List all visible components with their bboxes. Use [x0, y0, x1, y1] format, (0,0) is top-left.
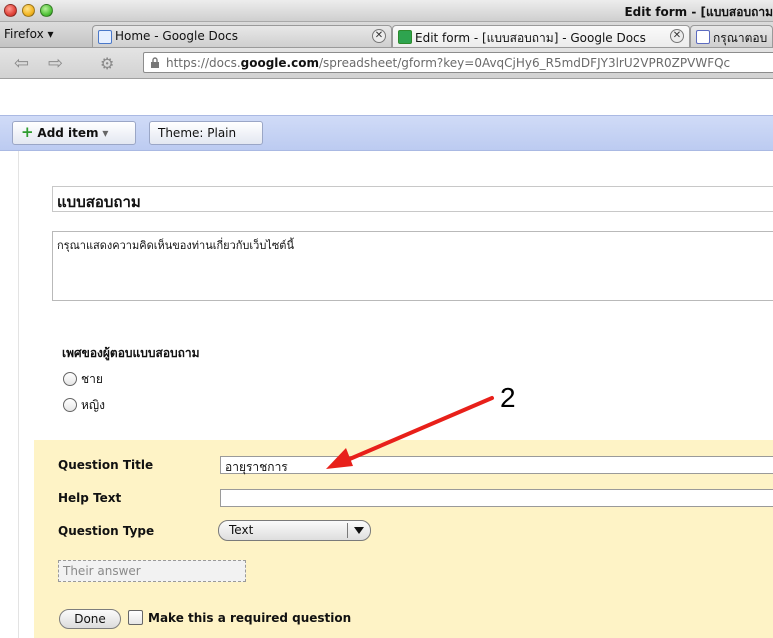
back-arrow-icon[interactable]: ⇦ — [14, 53, 29, 74]
url-path: /spreadsheet/gform?key=0AvqCjHy6_R5mdDFJ… — [318, 56, 731, 70]
chevron-down-icon — [354, 527, 364, 534]
tab-form-response[interactable]: กรุณาตอบ — [690, 25, 773, 47]
radio-button[interactable] — [63, 398, 77, 412]
question-type-value: Text — [229, 523, 254, 537]
help-text-label: Help Text — [58, 491, 122, 505]
zoom-window-button[interactable] — [40, 4, 53, 17]
question-label: เพศของผู้ตอบแบบสอบถาม — [62, 346, 200, 360]
forward-arrow-icon[interactable]: ⇨ — [48, 53, 63, 74]
select-divider — [347, 523, 348, 538]
tab-edit-form[interactable]: Edit form - [แบบสอบถาม] - Google Docs ✕ — [392, 25, 690, 47]
question-title-input[interactable]: อายุราชการ — [220, 456, 773, 474]
radio-button[interactable] — [63, 372, 77, 386]
window-title: Edit form - [แบบสอบถาม — [624, 5, 773, 19]
navigation-bar: ⇦ ⇨ ⚙ https://docs.google.com/spreadshee… — [0, 48, 773, 79]
option-female[interactable]: หญิง — [63, 396, 105, 415]
spreadsheet-icon — [398, 30, 412, 44]
add-item-button[interactable]: + Add item ▾ — [12, 121, 136, 145]
tab-label: Edit form - [แบบสอบถาม] - Google Docs — [415, 31, 646, 45]
answer-preview: Their answer — [58, 560, 246, 582]
form-description-field[interactable]: กรุณาแสดงความคิดเห็นของท่านเกี่ยวกับเว็บ… — [52, 231, 773, 301]
close-tab-icon[interactable]: ✕ — [670, 29, 684, 43]
question-type-select[interactable]: Text — [218, 520, 371, 541]
theme-button[interactable]: Theme: Plain — [149, 121, 263, 145]
form-icon — [696, 30, 710, 44]
form-title-field[interactable]: แบบสอบถาม — [52, 186, 773, 212]
tab-bar: Firefox ▾ Home - Google Docs ✕ Edit form… — [0, 22, 773, 48]
required-checkbox[interactable] — [128, 610, 143, 625]
option-label: ชาย — [81, 372, 103, 386]
tab-label: Home - Google Docs — [115, 29, 238, 43]
required-label: Make this a required question — [148, 611, 352, 625]
annotation-number: 2 — [500, 382, 516, 413]
help-text-input[interactable] — [220, 489, 773, 507]
docs-icon — [98, 30, 112, 44]
site-identity-icon[interactable]: ⚙ — [100, 54, 114, 73]
window-title-bar: Edit form - [แบบสอบถาม — [0, 0, 773, 22]
lock-icon — [151, 57, 159, 68]
url-prefix: https://docs. — [166, 56, 241, 70]
option-male[interactable]: ชาย — [63, 370, 103, 389]
question-type-label: Question Type — [58, 524, 155, 538]
tab-label: กรุณาตอบ — [713, 31, 768, 45]
firefox-menu-button[interactable]: Firefox ▾ — [4, 27, 54, 41]
form-toolbar: + Add item ▾ Theme: Plain — [0, 115, 773, 151]
url-domain: google.com — [240, 56, 319, 70]
theme-label: Theme: Plain — [158, 126, 237, 140]
tab-home-google-docs[interactable]: Home - Google Docs ✕ — [92, 25, 392, 47]
option-label: หญิง — [81, 398, 105, 412]
url-bar[interactable]: https://docs.google.com/spreadsheet/gfor… — [143, 52, 773, 73]
close-window-button[interactable] — [4, 4, 17, 17]
chevron-down-icon: ▾ — [102, 126, 109, 140]
plus-icon: + — [21, 123, 34, 141]
question-title-label: Question Title — [58, 458, 154, 472]
minimize-window-button[interactable] — [22, 4, 35, 17]
done-button[interactable]: Done — [59, 609, 121, 629]
add-item-label: Add item — [37, 126, 99, 140]
close-tab-icon[interactable]: ✕ — [372, 29, 386, 43]
